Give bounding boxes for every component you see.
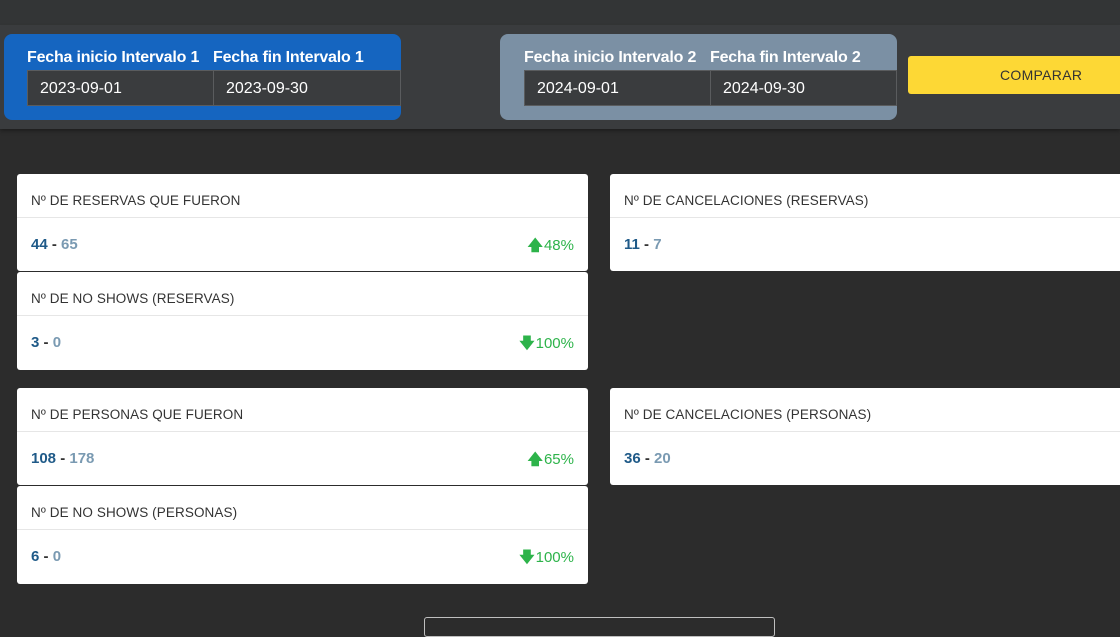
interval-2-value: 65 [61, 236, 78, 253]
interval-2-end-label: Fecha fin Intervalo 2 [710, 49, 861, 66]
metric-card-cancelaciones-reservas: Nº DE CANCELACIONES (RESERVAS) 11 - 7 [610, 174, 1120, 271]
interval-1-panel: Fecha inicio Intervalo 1 Fecha fin Inter… [4, 34, 401, 120]
metric-card-personas-fueron: Nº DE PERSONAS QUE FUERON 108 - 178 🡅65% [17, 388, 588, 485]
interval-2-end-input[interactable]: 2024-09-30 [710, 70, 897, 106]
card-divider [17, 315, 588, 316]
card-divider [610, 217, 1120, 218]
card-divider [17, 217, 588, 218]
card-values: 44 - 65 [31, 236, 78, 253]
arrow-up-icon: 🡅 [527, 451, 543, 468]
value-separator: - [43, 548, 53, 565]
card-title: Nº DE PERSONAS QUE FUERON [31, 407, 244, 422]
card-values: 36 - 20 [624, 450, 671, 467]
card-title: Nº DE NO SHOWS (RESERVAS) [31, 291, 235, 306]
interval-2-value: 178 [69, 450, 95, 467]
change-indicator: 🡇100% [519, 547, 574, 572]
date-filter-bar: Fecha inicio Intervalo 1 Fecha fin Inter… [0, 26, 1120, 129]
compare-button[interactable]: COMPARAR [908, 56, 1120, 94]
interval-1-value: 11 [624, 236, 640, 253]
card-divider [17, 529, 588, 530]
change-indicator: 🡇100% [519, 333, 574, 358]
card-title: Nº DE RESERVAS QUE FUERON [31, 193, 241, 208]
arrow-down-icon: 🡇 [519, 549, 535, 566]
change-percent: 100% [535, 549, 574, 566]
bottom-action-button[interactable] [424, 617, 775, 637]
interval-1-value: 36 [624, 450, 641, 467]
interval-1-value: 108 [31, 450, 57, 467]
interval-1-end-input[interactable]: 2023-09-30 [213, 70, 401, 106]
change-percent: 100% [535, 335, 574, 352]
card-divider [17, 431, 588, 432]
interval-2-panel: Fecha inicio Intervalo 2 Fecha fin Inter… [500, 34, 897, 120]
interval-1-end-label: Fecha fin Intervalo 1 [213, 49, 364, 66]
interval-2-value: 0 [52, 548, 62, 565]
metric-card-no-shows-personas: Nº DE NO SHOWS (PERSONAS) 6 - 0 🡇100% [17, 486, 588, 584]
interval-2-start-input[interactable]: 2024-09-01 [524, 70, 711, 106]
card-values: 11 - 7 [624, 236, 662, 253]
interval-1-start-label: Fecha inicio Intervalo 1 [27, 49, 200, 66]
arrow-down-icon: 🡇 [519, 335, 535, 352]
card-title: Nº DE NO SHOWS (PERSONAS) [31, 505, 238, 520]
value-separator: - [644, 450, 655, 467]
change-indicator: 🡅48% [528, 235, 574, 260]
interval-1-value: 6 [31, 548, 40, 565]
interval-1-value: 3 [31, 334, 40, 351]
change-indicator: 🡅65% [528, 449, 574, 474]
card-values: 3 - 0 [31, 334, 61, 351]
value-separator: - [43, 334, 53, 351]
interval-2-value: 7 [653, 236, 662, 253]
card-title: Nº DE CANCELACIONES (RESERVAS) [624, 193, 869, 208]
card-divider [610, 431, 1120, 432]
change-percent: 65% [543, 451, 574, 468]
metric-card-reservas-fueron: Nº DE RESERVAS QUE FUERON 44 - 65 🡅48% [17, 174, 588, 271]
interval-2-value: 0 [52, 334, 62, 351]
interval-1-start-input[interactable]: 2023-09-01 [27, 70, 214, 106]
card-title: Nº DE CANCELACIONES (PERSONAS) [624, 407, 872, 422]
value-separator: - [60, 450, 70, 467]
interval-2-value: 20 [654, 450, 671, 467]
interval-1-value: 44 [31, 236, 48, 253]
card-values: 6 - 0 [31, 548, 61, 565]
metric-card-cancelaciones-personas: Nº DE CANCELACIONES (PERSONAS) 36 - 20 [610, 388, 1120, 485]
value-separator: - [644, 236, 654, 253]
card-values: 108 - 178 [31, 450, 94, 467]
interval-2-start-label: Fecha inicio Intervalo 2 [524, 49, 697, 66]
metric-card-no-shows-reservas: Nº DE NO SHOWS (RESERVAS) 3 - 0 🡇100% [17, 272, 588, 370]
value-separator: - [51, 236, 62, 253]
top-bar [0, 0, 1120, 26]
change-percent: 48% [543, 237, 574, 254]
arrow-up-icon: 🡅 [527, 237, 543, 254]
